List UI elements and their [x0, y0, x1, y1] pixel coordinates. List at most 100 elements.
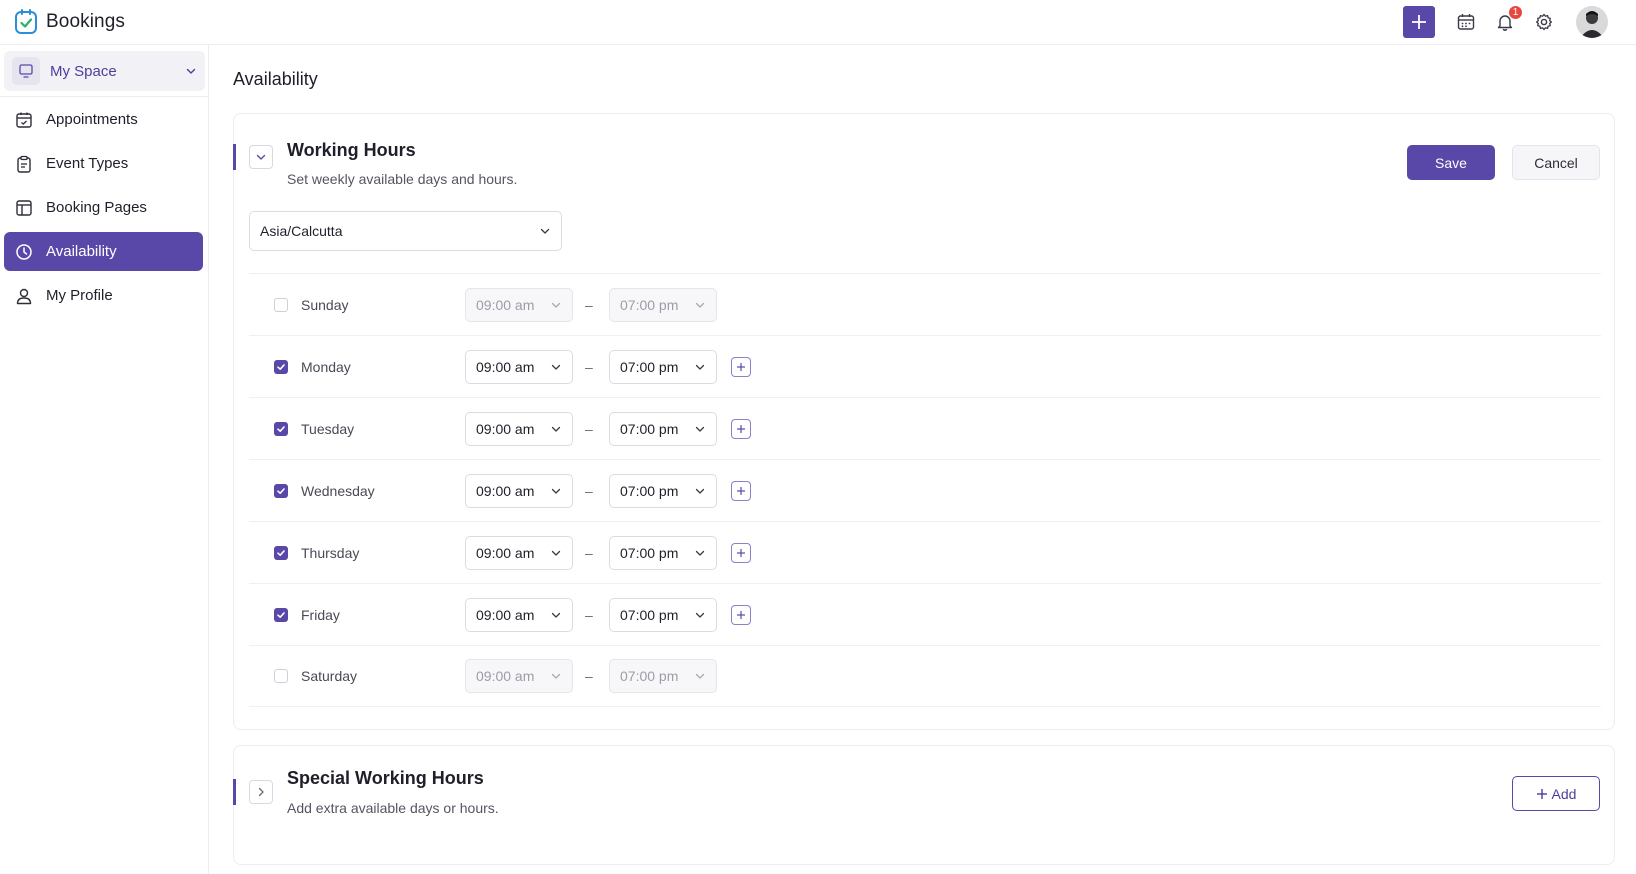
chevron-down-icon — [695, 612, 705, 618]
timezone-value: Asia/Calcutta — [260, 223, 343, 239]
cancel-button[interactable]: Cancel — [1512, 145, 1600, 180]
add-time-slot-button[interactable] — [731, 604, 751, 625]
sidebar-divider — [0, 96, 209, 97]
time-separator: – — [585, 358, 593, 375]
add-time-slot-button[interactable] — [731, 542, 751, 563]
start-time-select[interactable]: 09:00 am — [465, 411, 573, 446]
add-time-slot-button[interactable] — [731, 480, 751, 501]
day-row: Sunday 09:00 am – 07:00 pm — [249, 273, 1601, 335]
end-time-value: 07:00 pm — [620, 544, 679, 561]
day-row: Saturday 09:00 am – 07:00 pm — [249, 645, 1601, 707]
sidebar-item-label: Availability — [46, 243, 117, 260]
start-time-select[interactable]: 09:00 am — [465, 535, 573, 570]
time-separator: – — [585, 544, 593, 561]
day-row: Wednesday 09:00 am – 07:00 pm — [249, 459, 1601, 521]
add-time-slot-button[interactable] — [731, 418, 751, 439]
section-subtitle: Add extra available days or hours. — [287, 800, 499, 816]
start-time-value: 09:00 am — [476, 606, 535, 623]
clock-icon — [14, 242, 34, 262]
chevron-down-icon — [551, 673, 561, 679]
day-checkbox[interactable] — [274, 421, 288, 436]
end-time-select[interactable]: 07:00 pm — [609, 597, 717, 632]
plus-icon — [737, 362, 745, 371]
expand-button[interactable] — [249, 780, 273, 804]
sidebar-nav: Appointments Event Types Booking Pages A… — [4, 100, 203, 320]
day-row: Tuesday 09:00 am – 07:00 pm — [249, 397, 1601, 459]
day-checkbox[interactable] — [274, 483, 288, 498]
sidebar-item-appointments[interactable]: Appointments — [4, 100, 203, 139]
plus-icon — [737, 424, 745, 433]
sidebar-item-booking-pages[interactable]: Booking Pages — [4, 188, 203, 227]
start-time-value: 09:00 am — [476, 296, 535, 313]
day-checkbox[interactable] — [274, 545, 288, 560]
section-subtitle: Set weekly available days and hours. — [287, 171, 518, 187]
day-label: Monday — [301, 358, 351, 375]
calendar-button[interactable] — [1455, 11, 1477, 33]
collapse-button[interactable] — [249, 145, 273, 169]
special-hours-card: Special Working Hours Add extra availabl… — [233, 745, 1615, 865]
end-time-select[interactable]: 07:00 pm — [609, 287, 717, 322]
sidebar-item-event-types[interactable]: Event Types — [4, 144, 203, 183]
end-time-value: 07:00 pm — [620, 668, 679, 684]
day-checkbox[interactable] — [274, 359, 288, 374]
sidebar-item-label: Booking Pages — [46, 199, 147, 216]
end-time-value: 07:00 pm — [620, 606, 679, 623]
start-time-select[interactable]: 09:00 am — [465, 659, 573, 693]
day-label: Tuesday — [301, 420, 355, 437]
day-row: Thursday 09:00 am – 07:00 pm — [249, 521, 1601, 583]
timezone-select[interactable]: Asia/Calcutta — [249, 211, 562, 251]
start-time-value: 09:00 am — [476, 544, 535, 561]
day-checkbox[interactable] — [274, 669, 288, 683]
chevron-down-icon — [540, 228, 550, 234]
bookings-logo-icon — [14, 9, 38, 35]
space-selector[interactable]: My Space — [4, 51, 205, 91]
notifications-button[interactable]: 1 — [1494, 5, 1523, 33]
page-title: Availability — [233, 69, 318, 89]
save-button[interactable]: Save — [1407, 145, 1495, 180]
sidebar-item-my-profile[interactable]: My Profile — [4, 276, 203, 315]
monitor-icon — [12, 57, 40, 85]
start-time-value: 09:00 am — [476, 668, 535, 684]
working-hours-card: Working Hours Set weekly available days … — [233, 113, 1615, 730]
day-label: Saturday — [301, 668, 358, 684]
avatar[interactable] — [1576, 6, 1608, 38]
end-time-select[interactable]: 07:00 pm — [609, 659, 717, 693]
start-time-select[interactable]: 09:00 am — [465, 597, 573, 632]
chevron-down-icon — [695, 550, 705, 556]
chevron-down-icon — [186, 68, 196, 74]
end-time-select[interactable]: 07:00 pm — [609, 349, 717, 384]
start-time-value: 09:00 am — [476, 482, 535, 499]
day-label: Thursday — [301, 544, 360, 561]
start-time-select[interactable]: 09:00 am — [465, 473, 573, 508]
user-icon — [14, 286, 34, 306]
day-checkbox[interactable] — [274, 607, 288, 622]
end-time-value: 07:00 pm — [620, 358, 679, 375]
sidebar-item-label: My Profile — [46, 287, 113, 304]
time-separator: – — [585, 482, 593, 499]
section-accent — [233, 779, 236, 805]
end-time-select[interactable]: 07:00 pm — [609, 411, 717, 446]
end-time-select[interactable]: 07:00 pm — [609, 473, 717, 508]
calendar-icon — [1457, 14, 1475, 30]
settings-button[interactable] — [1533, 11, 1555, 33]
start-time-select[interactable]: 09:00 am — [465, 349, 573, 384]
create-button[interactable] — [1403, 6, 1435, 38]
add-time-slot-button[interactable] — [731, 356, 751, 377]
check-icon — [277, 549, 285, 556]
plus-icon — [737, 486, 745, 495]
start-time-select[interactable]: 09:00 am — [465, 287, 573, 322]
sidebar-item-availability[interactable]: Availability — [4, 232, 203, 271]
section-title: Working Hours — [287, 140, 416, 160]
check-icon — [277, 363, 285, 370]
end-time-select[interactable]: 07:00 pm — [609, 535, 717, 570]
chevron-down-icon — [551, 364, 561, 370]
brand[interactable]: Bookings — [14, 9, 125, 35]
day-checkbox[interactable] — [274, 297, 288, 312]
day-label: Sunday — [301, 296, 349, 313]
chevron-down-icon — [551, 426, 561, 432]
space-label: My Space — [50, 62, 117, 80]
sidebar-item-label: Event Types — [46, 155, 129, 172]
add-special-hours-button[interactable]: Add — [1512, 776, 1600, 811]
plus-icon — [737, 548, 745, 557]
app-title: Bookings — [46, 11, 125, 32]
